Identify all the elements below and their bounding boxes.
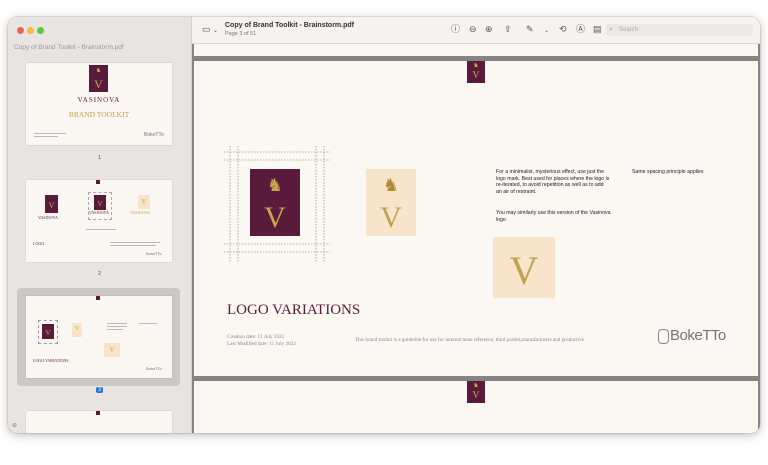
thumb-text-line xyxy=(34,133,66,134)
share-icon[interactable]: ⇪ xyxy=(504,24,512,34)
preview-window: Copy of Brand Toolkit - Brainstorm.pdf ♞… xyxy=(8,17,760,433)
thumb-brand-name: VASINOVA xyxy=(38,215,58,220)
thumbnail-page-3[interactable]: V V V LOGO VARIATIONS BokeTTo xyxy=(26,296,172,378)
thumb-text-line xyxy=(107,329,123,330)
thumbnail-page-2[interactable]: V VASINOVA V VASINOVA V VASINOVA LOGO Bo… xyxy=(26,180,172,262)
thumb-logo-mark: V xyxy=(45,195,58,213)
thumb-text-line xyxy=(110,242,160,243)
rotate-icon[interactable]: ⟲ xyxy=(559,24,567,34)
thumb-brand-name: VASINOVA xyxy=(77,96,121,104)
page-top-logo-mark: ♞ V xyxy=(467,61,485,83)
thumb-top-mark xyxy=(96,180,100,184)
boketto-icon xyxy=(658,329,669,344)
version-note: You may similarly use this version of th… xyxy=(496,210,611,223)
thumb-cream-logo: V xyxy=(72,323,82,337)
minimalist-description: For a minimalist, mysterious effect, use… xyxy=(496,169,610,195)
search-field[interactable]: ⌕ Search xyxy=(606,24,753,36)
creation-date: Creation date: 11 July 2022 xyxy=(227,334,285,340)
thumb-top-mark xyxy=(96,411,100,415)
thumb-logo-mark: V xyxy=(42,324,54,339)
thumbnail-page-1[interactable]: ♞ V VASINOVA BRAND TOOLKIT BokeTTo xyxy=(26,63,172,145)
thumbnail-page-4[interactable] xyxy=(26,411,172,433)
thumb-subtitle: BRAND TOOLKIT xyxy=(68,110,130,119)
cream-logo-mark: ♞ V xyxy=(366,169,416,236)
zoom-in-icon[interactable]: ⊕ xyxy=(485,24,493,34)
horse-icon: ♞ xyxy=(382,175,400,195)
search-placeholder: Search xyxy=(619,27,639,33)
thumb-cream-logo: V xyxy=(104,343,120,357)
horse-icon: ♞ xyxy=(266,175,284,195)
modified-date: Last Modified date: 11 July 2022 xyxy=(227,341,296,347)
zoom-window-button[interactable] xyxy=(37,27,44,34)
thumbnail-number-selected: 3 xyxy=(95,387,104,393)
zoom-out-icon[interactable]: ⊖ xyxy=(469,24,477,34)
thumbnail-number: 2 xyxy=(97,271,102,277)
circle-a-icon[interactable]: Ⓐ xyxy=(576,24,585,34)
spacing-note: Same spacing principle applies xyxy=(632,169,704,175)
document-view[interactable]: ♞ V ♞ V ♞ V For a minimalist, mysterious… xyxy=(192,44,760,433)
thumb-section-label: LOGO xyxy=(33,241,45,246)
thumb-text-line xyxy=(86,229,116,230)
page-title: LOGO VARIATIONS xyxy=(227,302,361,318)
sidebar-document-title: Copy of Brand Toolkit - Brainstorm.pdf xyxy=(14,44,124,51)
next-page-preview: ♞ V xyxy=(194,381,758,433)
info-icon[interactable]: ⓘ xyxy=(451,24,460,34)
thumb-text-line xyxy=(110,245,156,246)
boketto-logo: BokeTTo xyxy=(670,327,726,344)
cream-monogram-only: V xyxy=(493,237,555,298)
thumb-logo-grid: V xyxy=(88,192,112,220)
form-fill-icon[interactable]: ▤ xyxy=(593,24,602,34)
sidebar-toggle-icon[interactable]: ▭ xyxy=(202,24,211,34)
thumb-brand-name: VASINOVA xyxy=(89,210,109,215)
thumb-text-line xyxy=(139,323,157,324)
primary-logo-mark: ♞ V xyxy=(250,169,300,236)
minimize-window-button[interactable] xyxy=(27,27,34,34)
thumb-boketto-logo: BokeTTo xyxy=(146,251,162,256)
thumb-brand-name: VASINOVA xyxy=(130,210,150,215)
search-icon: ⌕ xyxy=(609,26,613,33)
thumb-text-line xyxy=(107,323,127,324)
chevron-down-icon[interactable]: ⌄ xyxy=(213,26,218,36)
document-title: Copy of Brand Toolkit - Brainstorm.pdf xyxy=(225,22,354,29)
thumb-section-label: LOGO VARIATIONS xyxy=(33,358,69,363)
horse-icon: ♞ xyxy=(95,68,102,74)
thumb-text-line xyxy=(34,136,58,137)
horse-icon: ♞ xyxy=(473,383,479,389)
footer-disclaimer: This brand toolkit is a guideline for us… xyxy=(355,337,584,343)
thumb-cream-logo: V xyxy=(138,195,150,209)
thumbnail-number: 1 xyxy=(97,155,102,161)
thumb-text-line xyxy=(107,326,127,327)
toolbar: ▭ ⌄ Copy of Brand Toolkit - Brainstorm.p… xyxy=(192,17,760,44)
markup-pen-icon[interactable]: ✎ xyxy=(526,24,534,34)
chevron-down-icon[interactable]: ⌄ xyxy=(544,26,549,36)
thumb-top-mark xyxy=(96,296,100,300)
page-top-logo-mark: ♞ V xyxy=(467,381,485,403)
close-window-button[interactable] xyxy=(17,27,24,34)
thumb-logo-grid: V xyxy=(38,320,58,344)
page-indicator: Page 3 of 51 xyxy=(225,31,257,37)
thumb-logo-mark: V xyxy=(94,195,106,210)
thumb-logo-mark: ♞ V xyxy=(89,65,108,92)
previous-page-edge xyxy=(194,44,758,56)
current-page: ♞ V ♞ V ♞ V For a minimalist, mysterious… xyxy=(194,61,758,376)
horse-icon: ♞ xyxy=(473,63,479,69)
sidebar-options-icon[interactable]: ⊕ xyxy=(12,422,17,429)
thumb-boketto-logo: BokeTTo xyxy=(144,132,164,138)
thumbnail-sidebar: Copy of Brand Toolkit - Brainstorm.pdf ♞… xyxy=(8,17,192,433)
thumb-boketto-logo: BokeTTo xyxy=(146,366,162,371)
